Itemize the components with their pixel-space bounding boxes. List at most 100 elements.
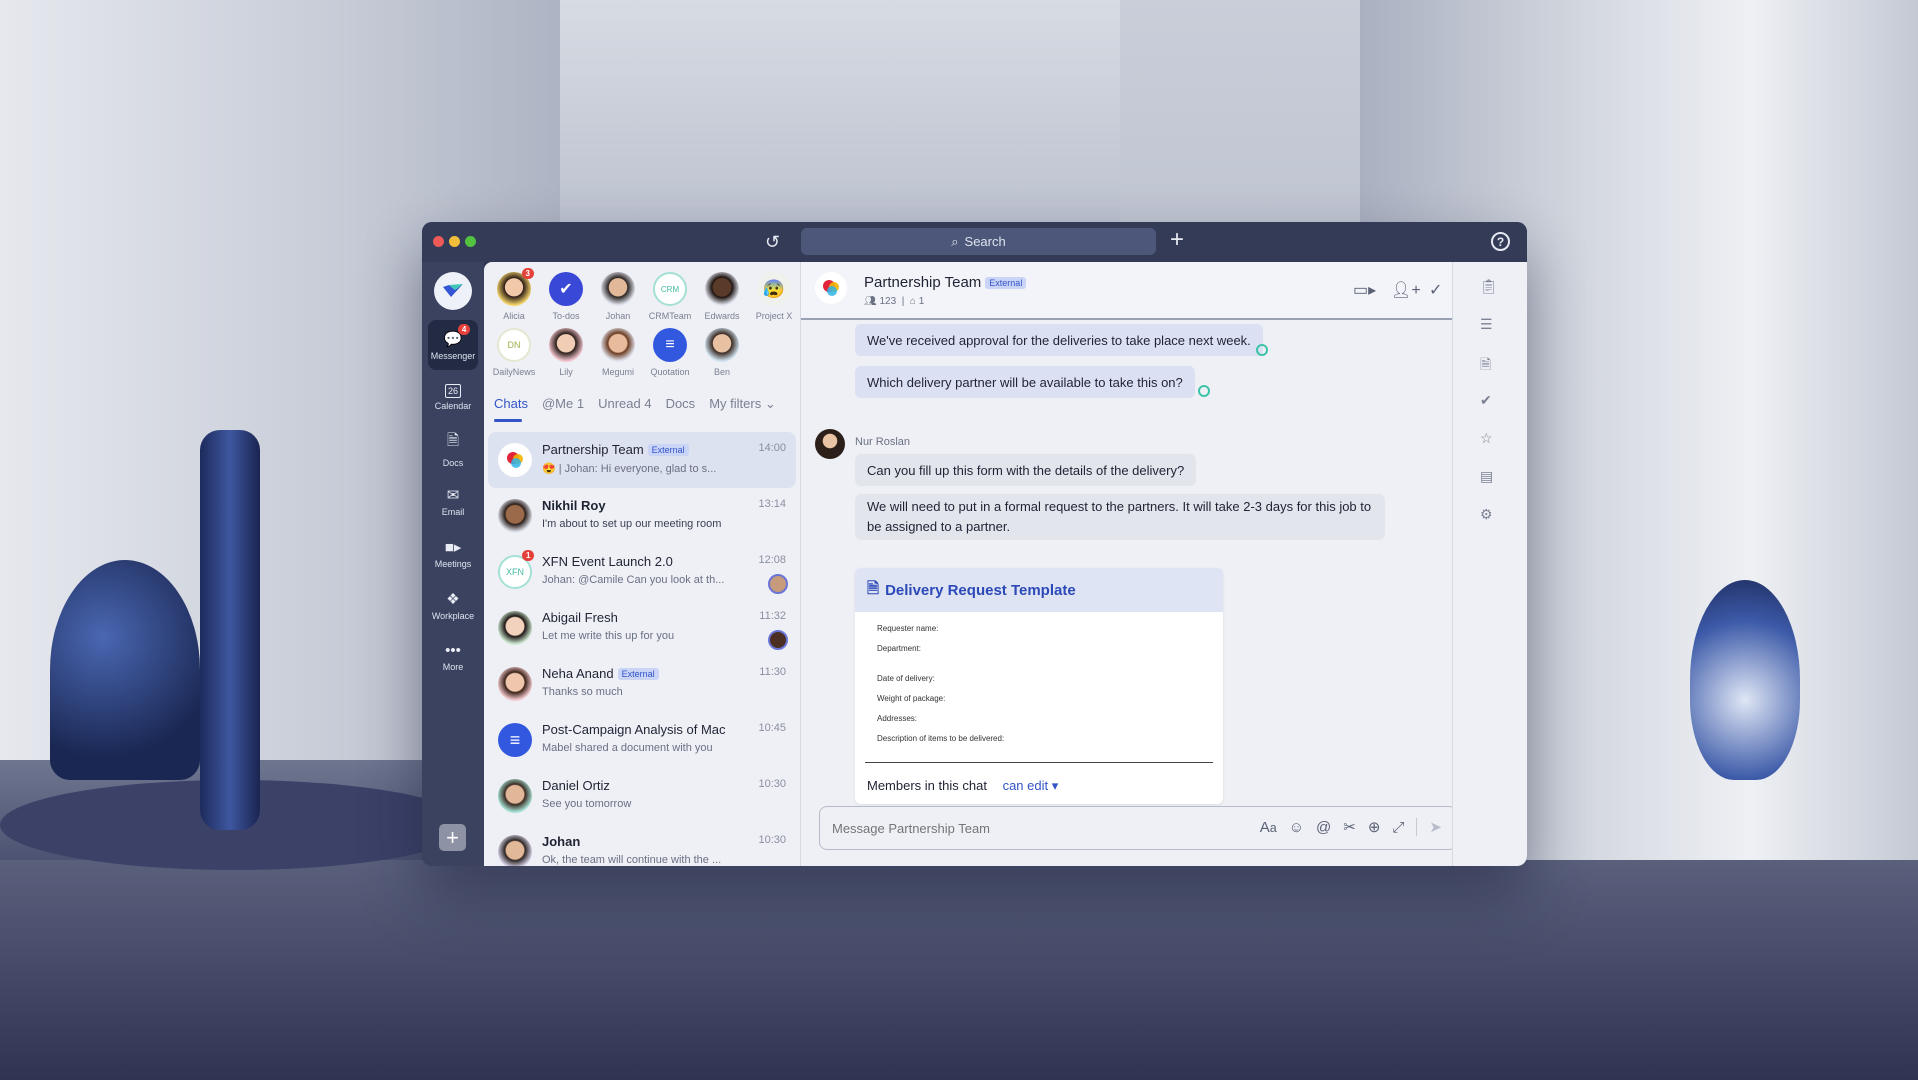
add-app-button[interactable]: + — [439, 824, 466, 851]
rail-label: More — [442, 662, 464, 672]
message-bubble[interactable]: Can you fill up this form with the detai… — [855, 454, 1197, 486]
chat-row-partnership-team[interactable]: Partnership Team External 😍 | Johan: Hi e… — [488, 432, 796, 488]
favorite-edwards[interactable]: Edwards — [696, 272, 748, 321]
divider — [865, 762, 1213, 763]
add-attachment-icon[interactable]: ⊕ — [1368, 818, 1381, 836]
create-plus-button[interactable]: + — [1170, 226, 1184, 254]
doc-field: Addresses: — [877, 714, 918, 723]
rail-item-messenger[interactable]: 💬 4 Messenger — [428, 320, 478, 370]
chat-info-icon[interactable]: ▤ — [1480, 468, 1493, 485]
conversation-meta: 👥︎ 123 | ⌂ 1 — [864, 296, 925, 307]
title-bar: ↺ ⌕ Search + ? — [422, 222, 1527, 262]
rail-item-docs[interactable]: 🗎 Docs — [428, 424, 478, 474]
rail-item-calendar[interactable]: 26 Calendar — [428, 372, 478, 422]
text-format-icon[interactable]: Aa — [1260, 819, 1277, 836]
rail-label: Docs — [442, 458, 464, 468]
send-icon[interactable]: ➤ — [1429, 818, 1442, 836]
tab-docs[interactable]: Docs — [666, 396, 696, 412]
tab-unread[interactable]: Unread 4 — [598, 396, 651, 412]
close-window-button[interactable] — [433, 236, 444, 247]
mention-icon[interactable]: @ — [1316, 819, 1331, 836]
doc-title[interactable]: Delivery Request Template — [885, 582, 1076, 599]
message-input[interactable] — [832, 807, 1212, 849]
favorite-crmteam[interactable]: CRM CRMTeam — [644, 272, 696, 321]
tab-my-filters[interactable]: My filters ⌄ — [709, 396, 776, 412]
settings-gear-icon[interactable]: ⚙ — [1480, 506, 1493, 523]
message-bubble[interactable]: Which delivery partner will be available… — [855, 366, 1195, 398]
group-avatar — [498, 443, 532, 477]
doc-permission: Members in this chat can edit ▾ — [867, 778, 1058, 794]
favorite-project-x[interactable]: 😰 Project X — [748, 272, 800, 321]
member-count[interactable]: 123 — [879, 296, 896, 307]
avatar — [705, 328, 739, 362]
read-status-icon — [1256, 344, 1268, 356]
unread-badge: 3 — [521, 268, 534, 279]
conversation-header: Partnership Team External 👥︎ 123 | ⌂ 1 ▭▸… — [801, 262, 1452, 320]
pin-icon[interactable]: ☆ — [1480, 430, 1493, 447]
favorite-alicia[interactable]: 3 Alicia — [488, 268, 540, 321]
clipboard-icon[interactable]: 📋︎ — [1480, 278, 1498, 295]
chat-preview: See you tomorrow — [542, 798, 632, 810]
video-call-icon[interactable]: ▭▸ — [1353, 280, 1376, 300]
search-bar[interactable]: ⌕ Search — [801, 228, 1156, 255]
chat-preview: Johan: @Camile Can you look at th... — [542, 574, 725, 586]
favorite-megumi[interactable]: Megumi — [592, 328, 644, 377]
message-bubble[interactable]: We will need to put in a formal request … — [855, 494, 1385, 540]
chat-time: 10:30 — [758, 834, 786, 846]
history-icon[interactable]: ↺ — [765, 232, 780, 253]
chat-row-daniel-ortiz[interactable]: Daniel Ortiz See you tomorrow 10:30 — [488, 768, 796, 824]
chat-preview: 😍 | Johan: Hi everyone, glad to s... — [542, 463, 717, 475]
permission-dropdown[interactable]: can edit ▾ — [997, 778, 1059, 793]
chat-row-abigail-fresh[interactable]: Abigail Fresh Let me write this up for y… — [488, 600, 796, 656]
favorite-todos[interactable]: ✔ To-dos — [540, 272, 592, 321]
favorite-quotation[interactable]: ≡ Quotation — [644, 328, 696, 377]
tab-at-me[interactable]: @Me 1 — [542, 396, 584, 412]
search-messages-icon[interactable]: ☰ — [1480, 316, 1493, 333]
chat-row-post-campaign-analysis[interactable]: ≡ Post-Campaign Analysis of Mac Mabel sh… — [488, 712, 796, 768]
chat-filter-tabs: Chats @Me 1 Unread 4 Docs My filters ⌄ — [494, 396, 776, 422]
chat-row-nikhil-roy[interactable]: Nikhil Roy I'm about to set up our meeti… — [488, 488, 796, 544]
favorite-label: Ben — [713, 367, 730, 377]
chat-docs-icon[interactable]: 🗎 — [1480, 354, 1491, 378]
checkmark-icon[interactable]: ✓ — [1429, 280, 1442, 300]
rail-item-workplace[interactable]: ❖ Workplace — [428, 580, 478, 630]
group-avatar[interactable] — [815, 272, 847, 304]
rail-item-meetings[interactable]: ■▸ Meetings — [428, 528, 478, 578]
app-logo[interactable] — [434, 272, 472, 310]
help-icon[interactable]: ? — [1491, 232, 1510, 251]
message-bubble[interactable]: We've received approval for the deliveri… — [855, 324, 1263, 356]
emoji-icon[interactable]: ☺ — [1289, 819, 1304, 836]
checkmark-icon: ✔ — [549, 272, 583, 306]
sender-avatar[interactable] — [815, 429, 845, 459]
bot-count[interactable]: 1 — [919, 296, 925, 307]
favorite-label: Edwards — [704, 311, 740, 321]
app-window: ↺ ⌕ Search + ? 💬 4 Messenger 26 Calendar … — [422, 222, 1527, 866]
expand-icon[interactable]: ⤢ — [1392, 819, 1404, 836]
doc-card[interactable]: 🗎 Delivery Request Template Requester na… — [855, 568, 1223, 804]
favorite-label: Alicia — [503, 311, 525, 321]
scissors-icon[interactable]: ✂ — [1343, 818, 1356, 836]
favorite-ben[interactable]: Ben — [696, 328, 748, 377]
chat-row-neha-anand[interactable]: Neha Anand External Thanks so much 11:30 — [488, 656, 796, 712]
conversation-title: Partnership Team External — [864, 274, 1027, 291]
read-receipt-avatar — [768, 574, 788, 594]
permission-label: Members in this chat — [867, 778, 987, 793]
chat-row-xfn-event-launch[interactable]: XFN 1 XFN Event Launch 2.0 Johan: @Camil… — [488, 544, 796, 600]
rail-item-email[interactable]: ✉ Email — [428, 476, 478, 526]
tab-chats[interactable]: Chats — [494, 396, 528, 422]
messenger-badge: 4 — [457, 323, 471, 335]
add-member-icon[interactable]: 👤︎+ — [1391, 280, 1421, 300]
minimize-window-button[interactable] — [449, 236, 460, 247]
doc-field: Requester name: — [877, 624, 939, 633]
favorite-johan[interactable]: Johan — [592, 272, 644, 321]
avatar: DN — [497, 328, 531, 362]
chat-row-johan[interactable]: Johan Ok, the team will continue with th… — [488, 824, 796, 866]
envelope-icon: ✉ — [446, 486, 460, 504]
favorite-lily[interactable]: Lily — [540, 328, 592, 377]
favorite-dailynews[interactable]: DN DailyNews — [488, 328, 540, 377]
rail-item-more[interactable]: ••• More — [428, 632, 478, 682]
maximize-window-button[interactable] — [465, 236, 476, 247]
avatar — [498, 499, 532, 533]
tasks-check-icon[interactable]: ✔ — [1480, 392, 1492, 409]
bot-icon: ⌂ — [909, 296, 916, 307]
